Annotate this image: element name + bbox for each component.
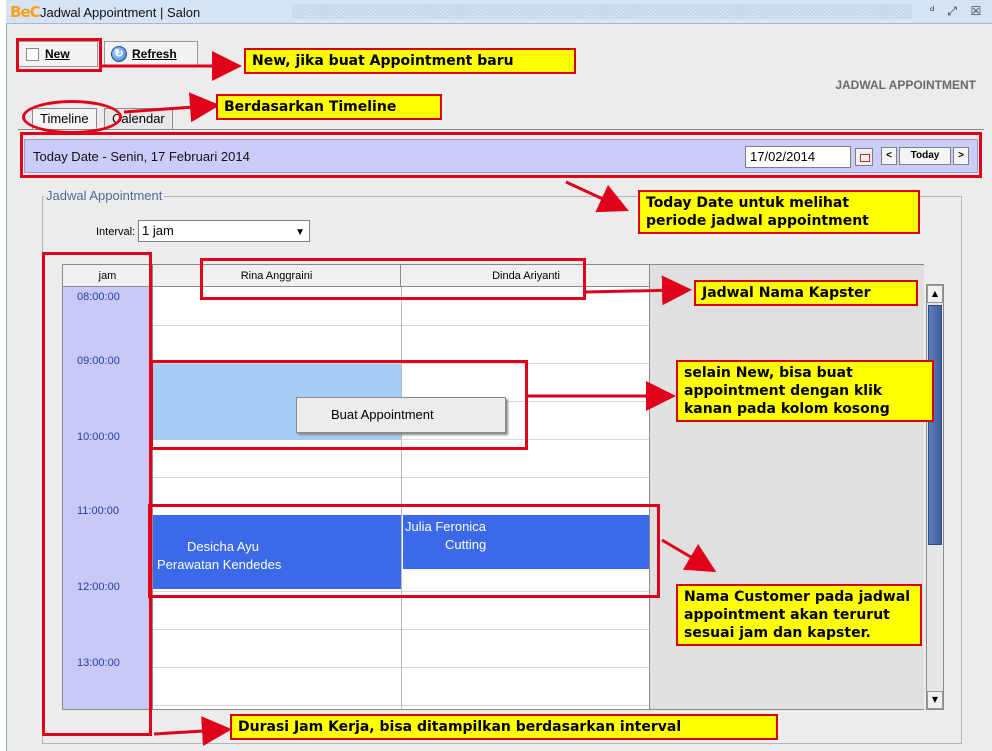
note-new: New, jika buat Appointment baru [244, 48, 576, 74]
note-today-date: Today Date untuk melihat periode jadwal … [638, 190, 920, 234]
note-kapster: Jadwal Nama Kapster [694, 280, 918, 306]
note-durasi: Durasi Jam Kerja, bisa ditampilkan berda… [230, 714, 778, 740]
note-customer: Nama Customer pada jadwal appointment ak… [676, 584, 922, 646]
note-context-menu: selain New, bisa buat appointment dengan… [676, 360, 934, 422]
note-timeline: Berdasarkan Timeline [216, 94, 442, 120]
